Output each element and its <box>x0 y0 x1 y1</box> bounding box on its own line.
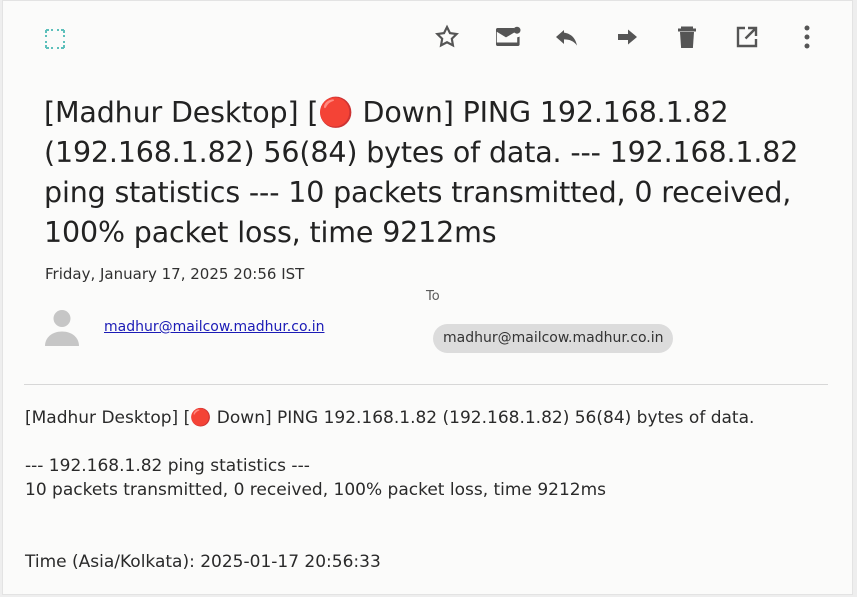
message-subject: [Madhur Desktop] [🔴 Down] PING 192.168.1… <box>44 96 799 249</box>
mail-viewer: [Madhur Desktop] [🔴 Down] PING 192.168.1… <box>2 0 853 595</box>
message-toolbar <box>3 1 852 73</box>
body-statistics-heading: --- 192.168.1.82 ping statistics --- <box>25 456 310 476</box>
message-date: Friday, January 17, 2025 20:56 IST <box>45 265 305 283</box>
header-divider <box>24 384 828 385</box>
open-external-icon[interactable] <box>733 23 761 51</box>
to-label: To <box>426 289 440 304</box>
expand-icon[interactable] <box>41 25 69 53</box>
mark-unread-icon[interactable] <box>493 23 521 51</box>
body-ping-line: [Madhur Desktop] [🔴 Down] PING 192.168.1… <box>25 408 755 428</box>
more-options-icon[interactable] <box>793 23 821 51</box>
reply-icon[interactable] <box>553 23 581 51</box>
recipient-chip[interactable]: madhur@mailcow.madhur.co.in <box>433 324 674 353</box>
body-time-line: Time (Asia/Kolkata): 2025-01-17 20:56:33 <box>25 552 381 572</box>
star-icon[interactable] <box>433 23 461 51</box>
message-body: [Madhur Desktop] [🔴 Down] PING 192.168.1… <box>25 406 825 574</box>
delete-icon[interactable] <box>673 23 701 51</box>
forward-icon[interactable] <box>613 23 641 51</box>
avatar-icon <box>44 307 80 347</box>
sender-address-link[interactable]: madhur@mailcow.madhur.co.in <box>104 319 324 335</box>
body-packet-loss-line: 10 packets transmitted, 0 received, 100%… <box>25 480 606 500</box>
